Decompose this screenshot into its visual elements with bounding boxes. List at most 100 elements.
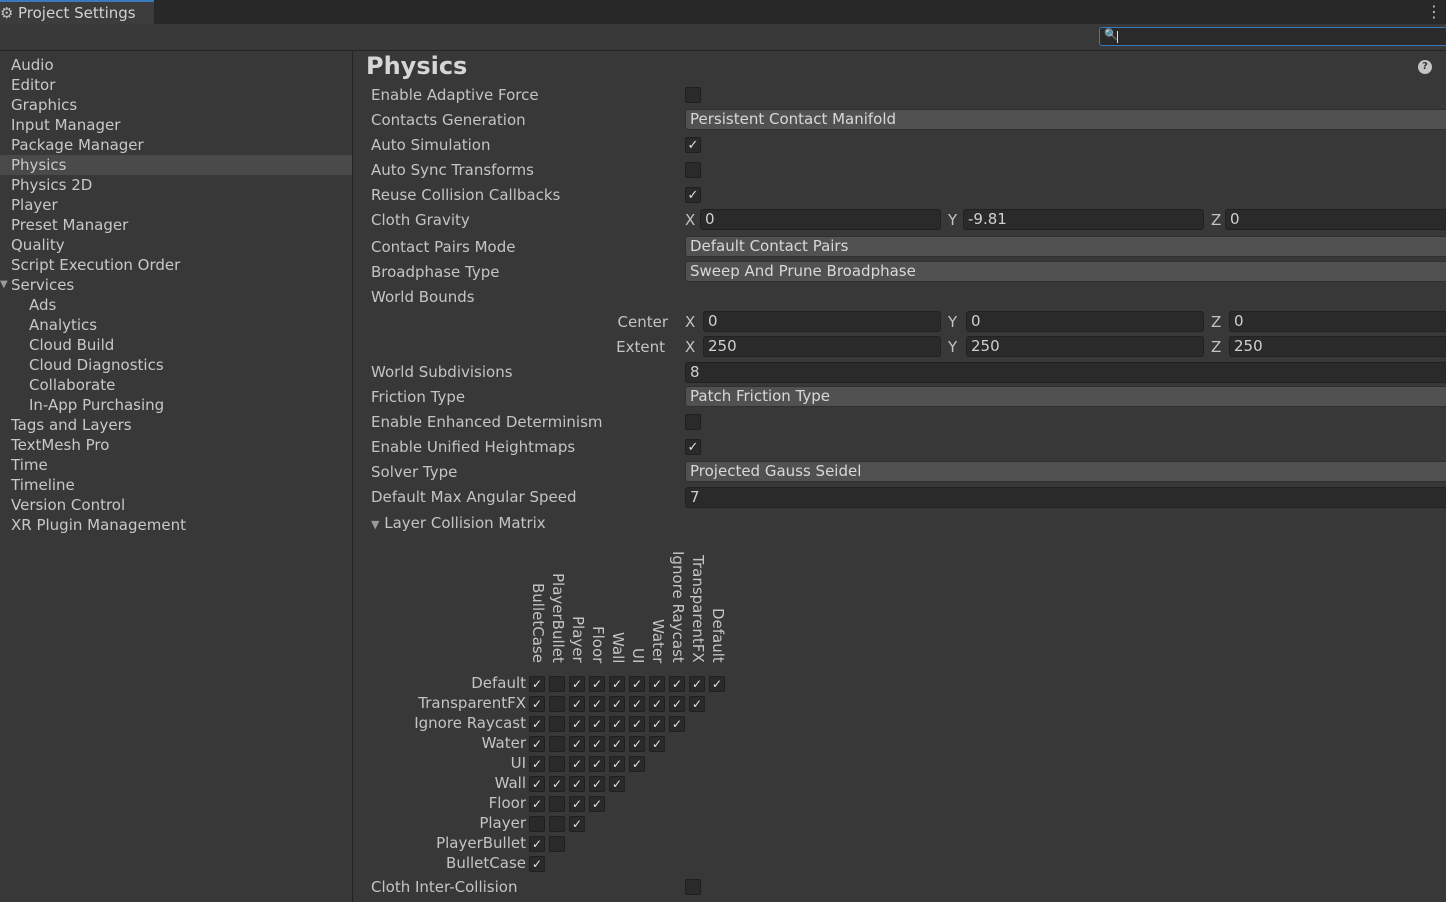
search-input[interactable] <box>1120 28 1440 44</box>
matrix-cell-checkbox[interactable] <box>529 816 545 832</box>
sidebar-item-physics-2d[interactable]: Physics 2D <box>0 175 352 195</box>
matrix-cell-checkbox[interactable]: ✓ <box>589 776 605 792</box>
matrix-cell-checkbox[interactable]: ✓ <box>589 716 605 732</box>
default-max-angular-speed-field[interactable]: 7 <box>685 487 1446 508</box>
extent-y-field[interactable]: 250 <box>966 336 1204 357</box>
matrix-cell-checkbox[interactable]: ✓ <box>589 796 605 812</box>
sidebar-item-services[interactable]: ▼ Services <box>0 275 352 295</box>
sidebar-item-timeline[interactable]: Timeline <box>0 475 352 495</box>
matrix-cell-checkbox[interactable]: ✓ <box>589 736 605 752</box>
matrix-cell-checkbox[interactable]: ✓ <box>549 776 565 792</box>
matrix-cell-checkbox[interactable]: ✓ <box>629 736 645 752</box>
search-field[interactable]: 🔍 <box>1099 27 1446 46</box>
matrix-cell-checkbox[interactable]: ✓ <box>609 736 625 752</box>
matrix-cell-checkbox[interactable]: ✓ <box>569 736 585 752</box>
sidebar-item-player[interactable]: Player <box>0 195 352 215</box>
matrix-cell-checkbox[interactable]: ✓ <box>569 716 585 732</box>
matrix-cell-checkbox[interactable]: ✓ <box>529 776 545 792</box>
center-y-field[interactable]: 0 <box>966 311 1204 332</box>
cloth-gravity-z-field[interactable]: 0 <box>1225 209 1446 230</box>
matrix-cell-checkbox[interactable]: ✓ <box>649 696 665 712</box>
enable-enhanced-determinism-checkbox[interactable] <box>685 414 701 430</box>
solver-type-dropdown[interactable]: Projected Gauss Seidel <box>685 461 1446 482</box>
contacts-generation-dropdown[interactable]: Persistent Contact Manifold <box>685 109 1446 130</box>
matrix-cell-checkbox[interactable]: ✓ <box>609 696 625 712</box>
sidebar-item-physics[interactable]: Physics <box>0 155 352 175</box>
matrix-cell-checkbox[interactable]: ✓ <box>529 756 545 772</box>
friction-type-dropdown[interactable]: Patch Friction Type <box>685 386 1446 407</box>
matrix-cell-checkbox[interactable] <box>549 736 565 752</box>
window-menu-icon[interactable]: ⋮ <box>1426 2 1442 22</box>
extent-z-field[interactable]: 250 <box>1229 336 1446 357</box>
sidebar-item-script-execution-order[interactable]: Script Execution Order <box>0 255 352 275</box>
matrix-cell-checkbox[interactable]: ✓ <box>649 676 665 692</box>
sidebar-item-graphics[interactable]: Graphics <box>0 95 352 115</box>
sidebar-item-collaborate[interactable]: Collaborate <box>0 375 352 395</box>
broadphase-type-dropdown[interactable]: Sweep And Prune Broadphase <box>685 261 1446 282</box>
matrix-cell-checkbox[interactable]: ✓ <box>629 696 645 712</box>
matrix-cell-checkbox[interactable] <box>549 836 565 852</box>
matrix-cell-checkbox[interactable]: ✓ <box>669 696 685 712</box>
matrix-cell-checkbox[interactable]: ✓ <box>609 756 625 772</box>
matrix-cell-checkbox[interactable] <box>549 716 565 732</box>
enable-unified-heightmaps-checkbox[interactable]: ✓ <box>685 439 701 455</box>
contact-pairs-mode-dropdown[interactable]: Default Contact Pairs <box>685 236 1446 257</box>
matrix-cell-checkbox[interactable]: ✓ <box>569 776 585 792</box>
sidebar-item-preset-manager[interactable]: Preset Manager <box>0 215 352 235</box>
project-settings-tab[interactable]: ⚙ Project Settings <box>0 0 154 24</box>
matrix-cell-checkbox[interactable]: ✓ <box>569 816 585 832</box>
extent-x-field[interactable]: 250 <box>703 336 941 357</box>
matrix-cell-checkbox[interactable]: ✓ <box>569 696 585 712</box>
sidebar-item-cloud-build[interactable]: Cloud Build <box>0 335 352 355</box>
cloth-gravity-x-field[interactable]: 0 <box>700 209 941 230</box>
matrix-cell-checkbox[interactable]: ✓ <box>609 676 625 692</box>
matrix-cell-checkbox[interactable]: ✓ <box>649 736 665 752</box>
matrix-cell-checkbox[interactable]: ✓ <box>569 796 585 812</box>
matrix-cell-checkbox[interactable]: ✓ <box>649 716 665 732</box>
sidebar-item-quality[interactable]: Quality <box>0 235 352 255</box>
sidebar-item-editor[interactable]: Editor <box>0 75 352 95</box>
matrix-cell-checkbox[interactable]: ✓ <box>529 856 545 872</box>
cloth-gravity-y-field[interactable]: -9.81 <box>963 209 1204 230</box>
matrix-cell-checkbox[interactable]: ✓ <box>589 696 605 712</box>
matrix-cell-checkbox[interactable]: ✓ <box>569 676 585 692</box>
sidebar-item-ads[interactable]: Ads <box>0 295 352 315</box>
matrix-cell-checkbox[interactable]: ✓ <box>629 676 645 692</box>
sidebar-item-cloud-diagnostics[interactable]: Cloud Diagnostics <box>0 355 352 375</box>
matrix-cell-checkbox[interactable]: ✓ <box>529 696 545 712</box>
layer-collision-matrix-foldout[interactable]: ▼ Layer Collision Matrix <box>371 514 546 532</box>
matrix-cell-checkbox[interactable]: ✓ <box>669 716 685 732</box>
sidebar-item-version-control[interactable]: Version Control <box>0 495 352 515</box>
sidebar-item-package-manager[interactable]: Package Manager <box>0 135 352 155</box>
cloth-inter-collision-checkbox[interactable] <box>685 879 701 895</box>
matrix-cell-checkbox[interactable]: ✓ <box>529 796 545 812</box>
matrix-cell-checkbox[interactable]: ✓ <box>689 676 705 692</box>
sidebar-item-audio[interactable]: Audio <box>0 55 352 75</box>
sidebar-item-textmesh-pro[interactable]: TextMesh Pro <box>0 435 352 455</box>
matrix-cell-checkbox[interactable]: ✓ <box>609 776 625 792</box>
matrix-cell-checkbox[interactable]: ✓ <box>589 676 605 692</box>
preset-menu-icon[interactable]: ⋮ <box>1441 58 1446 72</box>
sidebar-item-time[interactable]: Time <box>0 455 352 475</box>
matrix-cell-checkbox[interactable] <box>549 676 565 692</box>
expand-arrow-icon[interactable]: ▼ <box>0 275 8 295</box>
matrix-cell-checkbox[interactable]: ✓ <box>529 716 545 732</box>
help-icon[interactable]: ? <box>1418 60 1432 74</box>
world-subdivisions-field[interactable]: 8 <box>685 362 1446 383</box>
matrix-cell-checkbox[interactable]: ✓ <box>609 716 625 732</box>
matrix-cell-checkbox[interactable]: ✓ <box>569 756 585 772</box>
auto-sync-transforms-checkbox[interactable] <box>685 162 701 178</box>
enable-adaptive-force-checkbox[interactable] <box>685 87 701 103</box>
matrix-cell-checkbox[interactable]: ✓ <box>529 836 545 852</box>
matrix-cell-checkbox[interactable]: ✓ <box>689 696 705 712</box>
sidebar-item-xr-plugin-management[interactable]: XR Plugin Management <box>0 515 352 535</box>
sidebar-item-analytics[interactable]: Analytics <box>0 315 352 335</box>
matrix-cell-checkbox[interactable] <box>549 756 565 772</box>
auto-simulation-checkbox[interactable]: ✓ <box>685 137 701 153</box>
matrix-cell-checkbox[interactable]: ✓ <box>709 676 725 692</box>
matrix-cell-checkbox[interactable]: ✓ <box>529 736 545 752</box>
matrix-cell-checkbox[interactable]: ✓ <box>629 756 645 772</box>
reuse-collision-callbacks-checkbox[interactable]: ✓ <box>685 187 701 203</box>
matrix-cell-checkbox[interactable]: ✓ <box>589 756 605 772</box>
center-x-field[interactable]: 0 <box>703 311 941 332</box>
